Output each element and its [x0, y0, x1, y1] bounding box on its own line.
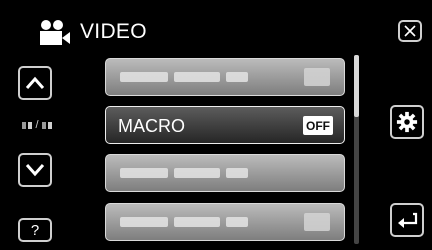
- menu-item[interactable]: [105, 203, 345, 241]
- page-indicator-block: [22, 121, 27, 129]
- page-indicator-block: [41, 121, 46, 129]
- obscured-label: [120, 217, 248, 227]
- chevron-down-icon: [25, 164, 45, 177]
- obscured-value: [304, 68, 330, 86]
- page-indicator-separator: /: [35, 118, 39, 131]
- back-icon: [398, 212, 418, 228]
- scrollbar-thumb[interactable]: [354, 55, 359, 117]
- page-title: VIDEO: [80, 20, 147, 43]
- menu-item-label: MACRO: [118, 116, 185, 136]
- obscured-label: [120, 168, 248, 178]
- close-icon: [404, 25, 416, 37]
- back-button[interactable]: [390, 203, 424, 237]
- page-indicator: /: [22, 119, 52, 131]
- video-camera-icon: [40, 20, 70, 45]
- scroll-up-button[interactable]: [18, 66, 52, 100]
- obscured-label: [120, 72, 248, 82]
- close-button[interactable]: [398, 20, 422, 42]
- help-button[interactable]: ?: [18, 218, 52, 242]
- status-badge: OFF: [303, 116, 333, 135]
- page-indicator-block: [47, 121, 52, 129]
- gear-icon: [396, 111, 418, 133]
- chevron-up-icon: [25, 76, 45, 89]
- help-label: ?: [30, 221, 40, 239]
- page-indicator-block: [28, 121, 33, 129]
- settings-button[interactable]: [390, 105, 424, 139]
- menu-item[interactable]: [105, 58, 345, 96]
- menu-item-macro[interactable]: MACRO OFF: [105, 106, 345, 144]
- scroll-down-button[interactable]: [18, 153, 52, 187]
- menu-item[interactable]: [105, 154, 345, 192]
- obscured-value: [304, 213, 330, 231]
